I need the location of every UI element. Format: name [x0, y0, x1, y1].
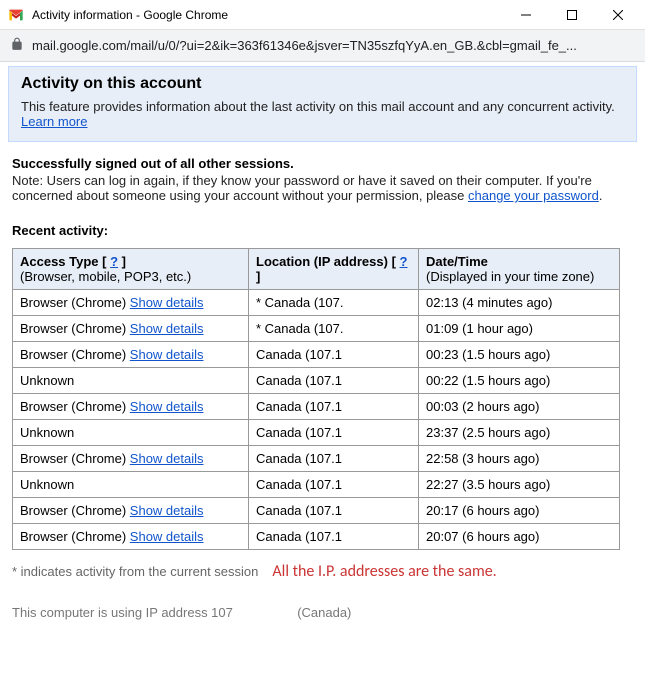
- user-annotation: All the I.P. addresses are the same.: [272, 562, 496, 581]
- show-details-link[interactable]: Show details: [130, 529, 204, 544]
- gmail-icon: [8, 7, 24, 23]
- table-row: Browser (Chrome) Show detailsCanada (107…: [13, 342, 620, 368]
- show-details-link[interactable]: Show details: [130, 295, 204, 310]
- access-type-text: Browser (Chrome): [20, 451, 130, 466]
- location-cell: Canada (107.1: [249, 368, 419, 394]
- table-row: Browser (Chrome) Show detailsCanada (107…: [13, 394, 620, 420]
- access-type-text: Browser (Chrome): [20, 295, 130, 310]
- access-type-cell: Browser (Chrome) Show details: [13, 394, 249, 420]
- show-details-link[interactable]: Show details: [130, 451, 204, 466]
- ip-line-prefix: This computer is using IP address 107: [12, 605, 233, 620]
- table-row: Browser (Chrome) Show detailsCanada (107…: [13, 498, 620, 524]
- https-lock-icon: [10, 37, 24, 54]
- col-access-subheader: (Browser, mobile, POP3, etc.): [20, 269, 191, 284]
- show-details-link[interactable]: Show details: [130, 347, 204, 362]
- datetime-cell: 00:23 (1.5 hours ago): [419, 342, 620, 368]
- access-type-cell: Unknown: [13, 368, 249, 394]
- page-title: Activity on this account: [21, 75, 624, 93]
- datetime-cell: 02:13 (4 minutes ago): [419, 290, 620, 316]
- location-cell: * Canada (107.: [249, 316, 419, 342]
- show-details-link[interactable]: Show details: [130, 399, 204, 414]
- address-url[interactable]: mail.google.com/mail/u/0/?ui=2&ik=363f61…: [32, 38, 577, 53]
- table-row: Unknown Canada (107.122:27 (3.5 hours ag…: [13, 472, 620, 498]
- table-row: Browser (Chrome) Show details* Canada (1…: [13, 316, 620, 342]
- maximize-button[interactable]: [557, 4, 587, 26]
- access-type-text: Browser (Chrome): [20, 503, 130, 518]
- access-type-cell: Browser (Chrome) Show details: [13, 446, 249, 472]
- datetime-cell: 01:09 (1 hour ago): [419, 316, 620, 342]
- session-footnote: * indicates activity from the current se…: [12, 564, 258, 579]
- location-cell: Canada (107.1: [249, 472, 419, 498]
- location-cell: Canada (107.1: [249, 342, 419, 368]
- location-cell: Canada (107.1: [249, 498, 419, 524]
- location-cell: Canada (107.1: [249, 394, 419, 420]
- access-type-cell: Browser (Chrome) Show details: [13, 290, 249, 316]
- location-cell: Canada (107.1: [249, 446, 419, 472]
- access-type-cell: Unknown: [13, 420, 249, 446]
- ip-redacted: .xxx.xxx: [237, 605, 283, 620]
- col-access-header: Access Type: [20, 254, 99, 269]
- col-datetime-header: Date/Time: [426, 254, 488, 269]
- table-row: Browser (Chrome) Show detailsCanada (107…: [13, 524, 620, 550]
- change-password-link[interactable]: change your password: [468, 188, 599, 203]
- recent-activity-title: Recent activity:: [12, 223, 633, 238]
- table-row: Browser (Chrome) Show detailsCanada (107…: [13, 446, 620, 472]
- signout-note-suffix: .: [599, 188, 603, 203]
- access-type-cell: Browser (Chrome) Show details: [13, 524, 249, 550]
- access-type-cell: Browser (Chrome) Show details: [13, 342, 249, 368]
- datetime-cell: 23:37 (2.5 hours ago): [419, 420, 620, 446]
- location-cell: Canada (107.1: [249, 420, 419, 446]
- activity-table: Access Type [ ? ] (Browser, mobile, POP3…: [12, 248, 620, 550]
- signout-title: Successfully signed out of all other ses…: [12, 156, 633, 171]
- access-type-cell: Browser (Chrome) Show details: [13, 498, 249, 524]
- datetime-cell: 22:58 (3 hours ago): [419, 446, 620, 472]
- show-details-link[interactable]: Show details: [130, 321, 204, 336]
- datetime-cell: 00:03 (2 hours ago): [419, 394, 620, 420]
- window-title: Activity information - Google Chrome: [32, 8, 511, 22]
- location-cell: Canada (107.1: [249, 524, 419, 550]
- learn-more-link[interactable]: Learn more: [21, 114, 87, 129]
- access-help-link[interactable]: ?: [110, 254, 118, 269]
- minimize-button[interactable]: [511, 4, 541, 26]
- datetime-cell: 20:17 (6 hours ago): [419, 498, 620, 524]
- access-type-text: Browser (Chrome): [20, 347, 130, 362]
- datetime-cell: 20:07 (6 hours ago): [419, 524, 620, 550]
- col-location-header: Location (IP address): [256, 254, 388, 269]
- access-type-text: Unknown: [20, 477, 74, 492]
- access-type-text: Browser (Chrome): [20, 321, 130, 336]
- show-details-link[interactable]: Show details: [130, 503, 204, 518]
- ip-line-suffix: (Canada): [297, 605, 351, 620]
- table-row: Unknown Canada (107.123:37 (2.5 hours ag…: [13, 420, 620, 446]
- access-type-text: Browser (Chrome): [20, 529, 130, 544]
- col-datetime-subheader: (Displayed in your time zone): [426, 269, 594, 284]
- close-button[interactable]: [603, 4, 633, 26]
- table-row: Browser (Chrome) Show details* Canada (1…: [13, 290, 620, 316]
- datetime-cell: 00:22 (1.5 hours ago): [419, 368, 620, 394]
- access-type-cell: Unknown: [13, 472, 249, 498]
- datetime-cell: 22:27 (3.5 hours ago): [419, 472, 620, 498]
- access-type-text: Unknown: [20, 425, 74, 440]
- header-description: This feature provides information about …: [21, 99, 615, 114]
- access-type-cell: Browser (Chrome) Show details: [13, 316, 249, 342]
- table-row: Unknown Canada (107.100:22 (1.5 hours ag…: [13, 368, 620, 394]
- access-type-text: Browser (Chrome): [20, 399, 130, 414]
- location-help-link[interactable]: ?: [400, 254, 408, 269]
- location-cell: * Canada (107.: [249, 290, 419, 316]
- access-type-text: Unknown: [20, 373, 74, 388]
